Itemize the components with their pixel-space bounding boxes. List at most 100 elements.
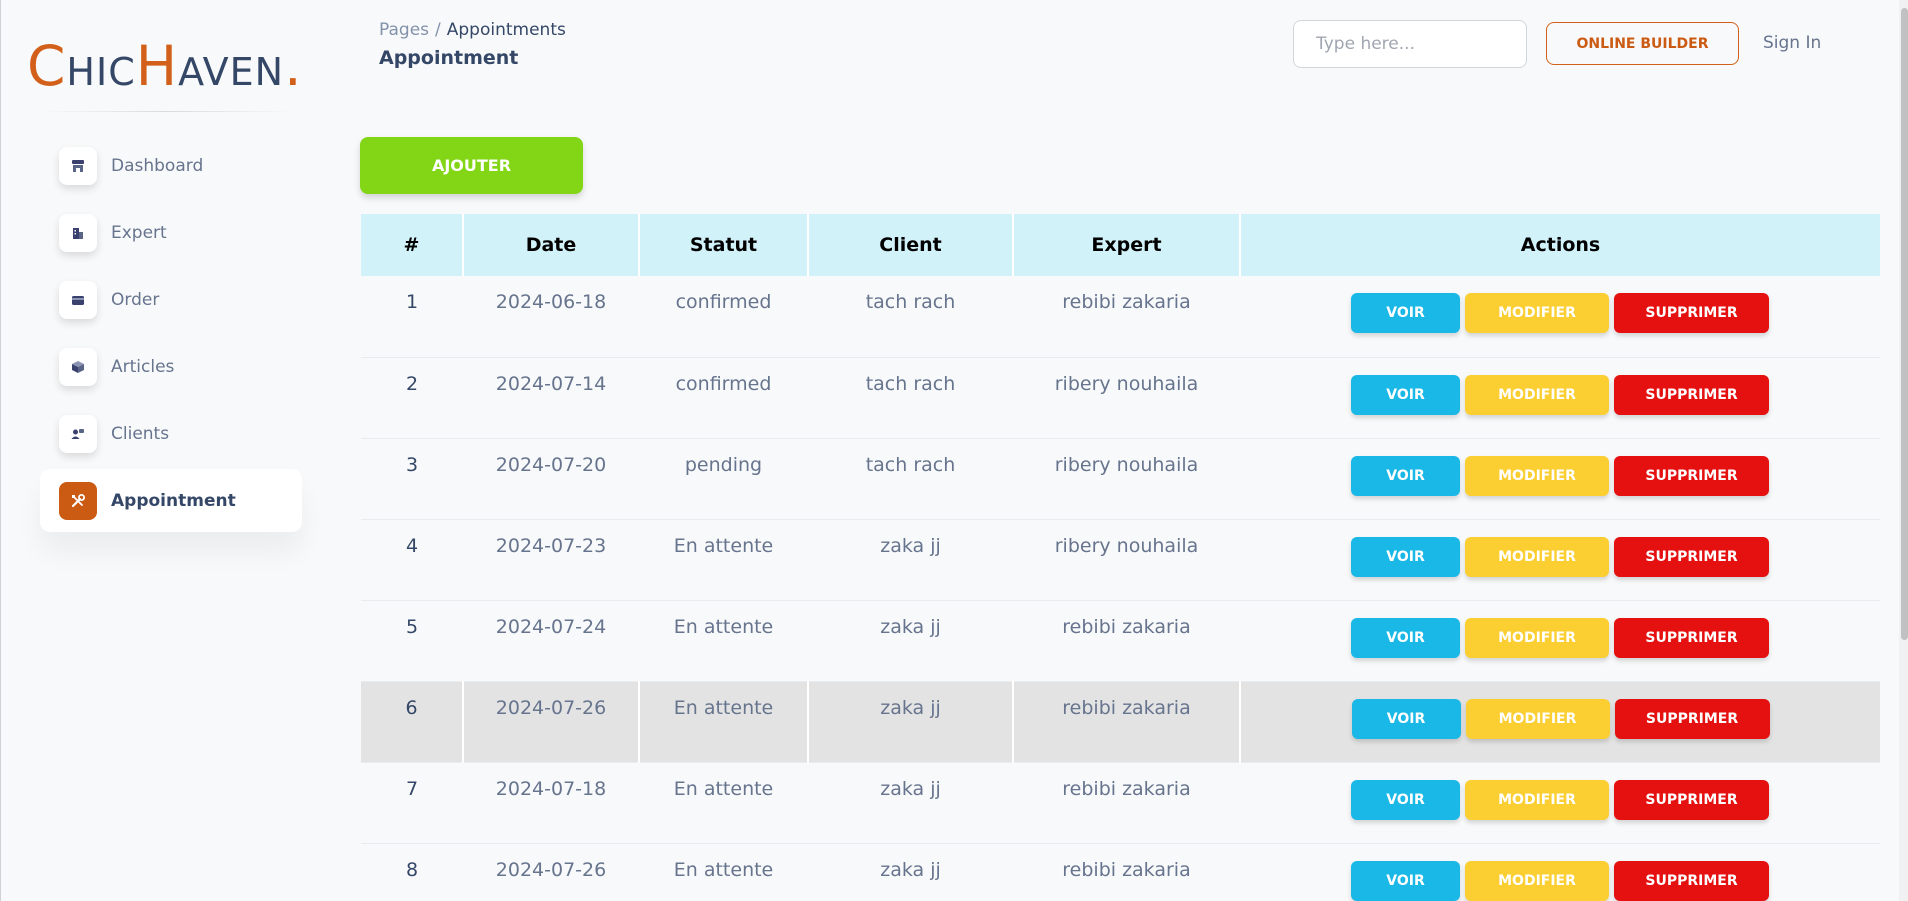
cell-actions: VOIR MODIFIER SUPPRIMER (1240, 519, 1880, 601)
settings-tools-icon (59, 481, 97, 520)
view-button[interactable]: VOIR (1351, 455, 1460, 496)
cell-status: En attente (639, 681, 809, 763)
cell-number: 6 (361, 681, 464, 763)
cell-expert: rebibi zakaria (1013, 600, 1240, 682)
cell-client: tach rach (808, 438, 1013, 520)
cell-date: 2024-07-24 (463, 600, 639, 682)
edit-button[interactable]: MODIFIER (1465, 698, 1610, 739)
brand-logo[interactable]: CHICHAVEN. (27, 34, 303, 98)
search-input[interactable] (1293, 20, 1527, 68)
table-row: 8 2024-07-26 En attente zaka jj rebibi z… (361, 843, 1880, 901)
column-header-client: Client (808, 214, 1014, 276)
sidebar-item-appointment[interactable]: Appointment (40, 469, 302, 532)
cell-actions: VOIR MODIFIER SUPPRIMER (1240, 357, 1880, 439)
sidebar-divider (41, 111, 293, 112)
edit-button[interactable]: MODIFIER (1465, 779, 1609, 820)
delete-button[interactable]: SUPPRIMER (1614, 374, 1769, 415)
sidebar-item-label: Appointment (111, 490, 236, 511)
view-button[interactable]: VOIR (1351, 617, 1460, 658)
cell-number: 5 (361, 600, 463, 682)
delete-button[interactable]: SUPPRIMER (1614, 536, 1769, 577)
delete-button[interactable]: SUPPRIMER (1614, 293, 1769, 333)
cell-client: tach rach (808, 357, 1013, 439)
view-button[interactable]: VOIR (1351, 374, 1460, 415)
cell-actions: VOIR MODIFIER SUPPRIMER (1240, 438, 1880, 520)
breadcrumb: Pages / Appointments (379, 20, 566, 40)
column-header-date: Date (463, 214, 640, 276)
edit-button[interactable]: MODIFIER (1465, 860, 1609, 901)
cell-date: 2024-07-20 (463, 438, 639, 520)
cell-date: 2024-07-18 (463, 762, 639, 844)
cell-date: 2024-07-26 (463, 843, 639, 901)
sidebar: CHICHAVEN. Dashboard Expert Order Articl (1, 0, 303, 901)
sidebar-item-label: Expert (111, 222, 167, 243)
column-header-status: Statut (639, 214, 809, 276)
cell-number: 7 (361, 762, 463, 844)
edit-button[interactable]: MODIFIER (1465, 536, 1609, 577)
sidebar-item-dashboard[interactable]: Dashboard (40, 134, 302, 197)
table-row: 3 2024-07-20 pending tach rach ribery no… (361, 438, 1880, 520)
sidebar-item-label: Clients (111, 423, 170, 444)
appointments-table: # Date Statut Client Expert Actions 1 20… (361, 214, 1880, 901)
view-button[interactable]: VOIR (1351, 860, 1460, 901)
edit-button[interactable]: MODIFIER (1465, 374, 1609, 415)
view-button[interactable]: VOIR (1351, 698, 1461, 739)
breadcrumb-link-pages[interactable]: Pages (379, 20, 429, 40)
cell-date: 2024-06-18 (463, 276, 639, 358)
office-icon (59, 213, 97, 252)
shop-icon (59, 146, 97, 185)
delete-button[interactable]: SUPPRIMER (1614, 455, 1769, 496)
cell-expert: rebibi zakaria (1013, 276, 1240, 358)
view-button[interactable]: VOIR (1351, 779, 1460, 820)
cell-status: pending (639, 438, 808, 520)
breadcrumb-current: Appointments (446, 20, 566, 40)
table-row: 1 2024-06-18 confirmed tach rach rebibi … (361, 276, 1880, 358)
edit-button[interactable]: MODIFIER (1465, 617, 1609, 658)
cell-status: En attente (639, 843, 808, 901)
add-appointment-button[interactable]: AJOUTER (360, 137, 583, 194)
cell-expert: ribery nouhaila (1013, 357, 1240, 439)
table-row: 4 2024-07-23 En attente zaka jj ribery n… (361, 519, 1880, 601)
delete-button[interactable]: SUPPRIMER (1614, 698, 1770, 739)
cell-client: zaka jj (808, 681, 1014, 763)
cell-actions: VOIR MODIFIER SUPPRIMER (1240, 681, 1880, 763)
sidebar-item-label: Dashboard (111, 155, 204, 176)
delete-button[interactable]: SUPPRIMER (1614, 860, 1769, 901)
view-button[interactable]: VOIR (1351, 536, 1460, 577)
cell-actions: VOIR MODIFIER SUPPRIMER (1240, 276, 1880, 358)
cell-client: zaka jj (808, 519, 1013, 601)
sidebar-item-order[interactable]: Order (40, 268, 302, 331)
cell-actions: VOIR MODIFIER SUPPRIMER (1240, 843, 1880, 901)
cell-expert: rebibi zakaria (1013, 762, 1240, 844)
table-row: 5 2024-07-24 En attente zaka jj rebibi z… (361, 600, 1880, 682)
cell-number: 1 (361, 276, 463, 358)
cell-expert: rebibi zakaria (1013, 681, 1241, 763)
cell-status: confirmed (639, 357, 808, 439)
view-button[interactable]: VOIR (1351, 293, 1460, 333)
column-header-actions: Actions (1240, 214, 1880, 276)
online-builder-button[interactable]: ONLINE BUILDER (1546, 22, 1739, 65)
cell-date: 2024-07-14 (463, 357, 639, 439)
cell-status: En attente (639, 762, 808, 844)
delete-button[interactable]: SUPPRIMER (1614, 617, 1769, 658)
page-scrollbar-thumb[interactable] (1901, 8, 1908, 640)
edit-button[interactable]: MODIFIER (1465, 455, 1609, 496)
column-header-expert: Expert (1013, 214, 1241, 276)
cell-number: 2 (361, 357, 463, 439)
cell-number: 8 (361, 843, 463, 901)
cell-expert: rebibi zakaria (1013, 843, 1240, 901)
edit-button[interactable]: MODIFIER (1465, 293, 1609, 333)
sidebar-nav: Dashboard Expert Order Articles Clients (40, 134, 302, 536)
page-title: Appointment (379, 47, 519, 69)
sidebar-item-clients[interactable]: Clients (40, 402, 302, 465)
sidebar-item-articles[interactable]: Articles (40, 335, 302, 398)
cell-client: tach rach (808, 276, 1013, 358)
cell-client: zaka jj (808, 843, 1013, 901)
cell-status: En attente (639, 519, 808, 601)
table-row: 7 2024-07-18 En attente zaka jj rebibi z… (361, 762, 1880, 844)
sidebar-item-expert[interactable]: Expert (40, 201, 302, 264)
cell-number: 3 (361, 438, 463, 520)
sign-in-link[interactable]: Sign In (1763, 33, 1821, 53)
cell-expert: ribery nouhaila (1013, 519, 1240, 601)
delete-button[interactable]: SUPPRIMER (1614, 779, 1769, 820)
